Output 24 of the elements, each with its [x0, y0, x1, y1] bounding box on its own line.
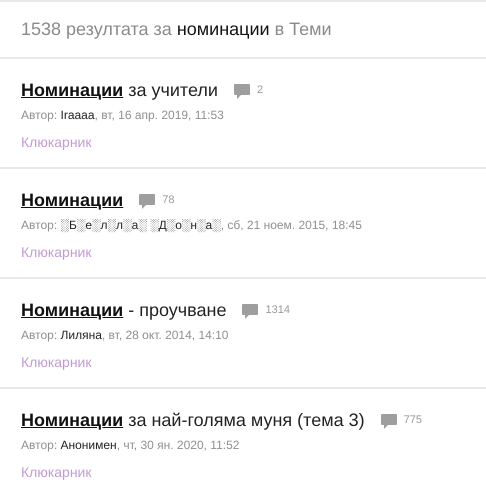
comment-icon [380, 414, 397, 429]
topic-link[interactable]: Номинации [21, 410, 124, 430]
results-heading: 1538 резултата за номинации в Теми [21, 19, 332, 40]
author-link[interactable]: ░Б░е░л░л░а░ ░Д░о░н░а░ [60, 218, 221, 232]
topic-link[interactable]: Номинации [21, 300, 124, 320]
comment-count: 78 [162, 194, 174, 206]
author-link[interactable]: Лиляна [60, 328, 102, 342]
byline: Автор: Анонимен, чт, 30 ян. 2020, 11:52 [21, 438, 240, 452]
author-link[interactable]: Iraaaa [60, 108, 95, 122]
byline: Автор: Iraaaa, вт, 16 апр. 2019, 11:53 [21, 108, 225, 122]
topic-title: за учители [128, 80, 218, 100]
comment-icon [242, 304, 258, 319]
comment-count: 775 [404, 414, 422, 426]
comment-icon [139, 194, 156, 209]
topic-title: - проучване [128, 300, 226, 320]
byline: Автор: Лиляна, вт, 28 окт. 2014, 14:10 [21, 328, 230, 342]
topic-link[interactable]: Номинации [21, 190, 124, 210]
author-link[interactable]: Анонимен [60, 438, 117, 452]
comment-icon [234, 84, 250, 99]
comment-count: 2 [256, 84, 264, 96]
topic-link[interactable]: Номинации [21, 80, 124, 100]
topic-title: за най-голяма муня (тема 3) [128, 410, 365, 430]
comment-count: 1314 [265, 304, 290, 316]
byline: Автор: ░Б░е░л░л░а░ ░Д░о░н░а░, сб, 21 ноем. 2015, 18:45 [21, 218, 363, 232]
